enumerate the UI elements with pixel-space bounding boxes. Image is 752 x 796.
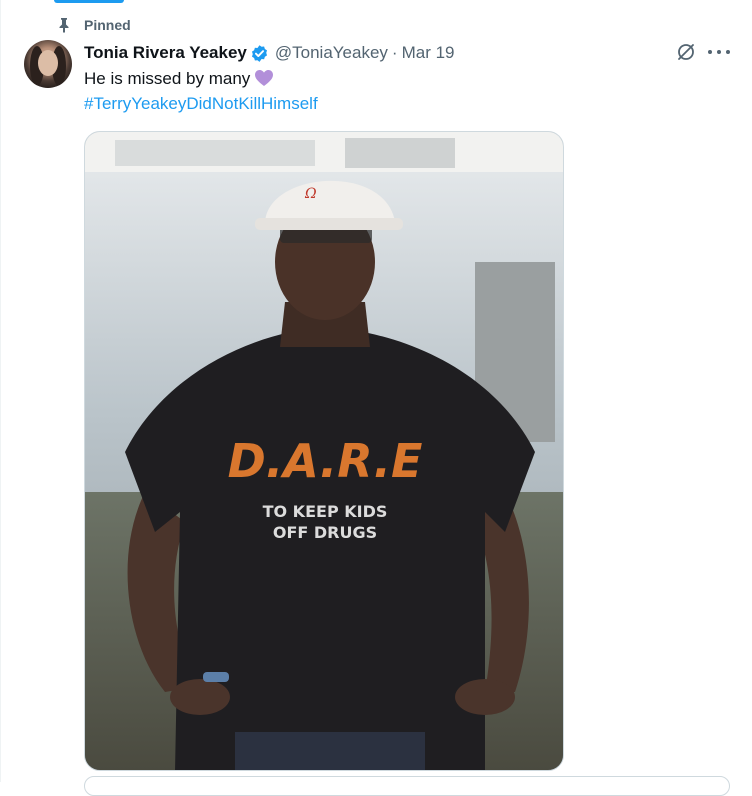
verified-badge-icon[interactable] [250,44,269,63]
svg-text:Ω: Ω [304,186,317,202]
tweet-header: Tonia Rivera Yeakey @ToniaYeakey · Mar 1… [84,41,455,65]
photo-illustration: Ω D.A.R.E TO KEEP KIDS OFF DRUGS [85,132,563,770]
separator-dot: · [391,43,398,62]
shirt-print-line2: OFF DRUGS [273,523,377,542]
grok-icon[interactable] [676,42,696,62]
pinned-indicator: Pinned [56,14,131,36]
tweet-date[interactable]: Mar 19 [402,43,455,63]
next-tweet-edge [84,776,730,796]
purple-heart-emoji [255,70,274,86]
avatar[interactable] [24,40,72,88]
tweet-body: He is missed by many [84,69,251,88]
active-tab-indicator [54,0,124,3]
author-display-name[interactable]: Tonia Rivera Yeakey [84,43,247,63]
shirt-print-line1: TO KEEP KIDS [263,502,388,521]
pinned-label: Pinned [84,17,131,33]
hashtag-link[interactable]: #TerryYeakeyDidNotKillHimself [84,93,318,115]
tweet-photo[interactable]: Ω D.A.R.E TO KEEP KIDS OFF DRUGS [84,131,564,771]
author-handle[interactable]: @ToniaYeakey [275,43,388,63]
pin-icon [59,18,69,33]
shirt-print-main: D.A.R.E [228,434,423,488]
tweet-text: He is missed by many [84,68,274,90]
more-options-icon[interactable] [708,44,730,60]
